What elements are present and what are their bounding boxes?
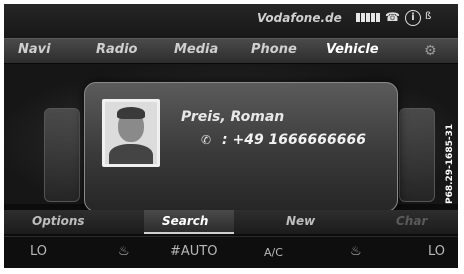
climate-bar: LO ♨ #AUTO A/C ♨ LO — [4, 236, 458, 268]
seat-icon[interactable]: ♨ — [118, 244, 130, 259]
ac-button[interactable]: A/C — [264, 246, 283, 259]
contact-card[interactable]: Preis, Roman ✆ : +49 1666666666 — [84, 82, 398, 212]
options-button[interactable]: Options — [32, 214, 85, 228]
right-temperature[interactable]: LO — [428, 244, 445, 259]
new-button[interactable]: New — [286, 214, 315, 228]
menu-radio[interactable]: Radio — [96, 42, 137, 57]
bluetooth-icon: ß — [425, 11, 432, 22]
carrier-name: Vodafone.de — [257, 11, 342, 25]
contact-photo — [102, 99, 160, 167]
status-bar: Vodafone.de ☎ i ß — [4, 4, 458, 38]
phone-number[interactable]: : +49 1666666666 — [222, 132, 366, 148]
char-button[interactable]: Char — [396, 214, 427, 228]
info-icon[interactable]: i — [405, 10, 421, 26]
menu-vehicle[interactable]: Vehicle — [326, 42, 379, 57]
next-contact-card[interactable] — [399, 108, 435, 202]
head-unit-screen: Vodafone.de ☎ i ß Navi Radio Media Phone… — [4, 4, 458, 268]
previous-contact-card[interactable] — [44, 108, 80, 202]
fan-auto[interactable]: #AUTO — [170, 244, 217, 259]
search-button[interactable]: Search — [162, 214, 208, 228]
signal-strength-icon — [356, 13, 380, 22]
contact-carousel: Preis, Roman ✆ : +49 1666666666 — [4, 64, 458, 212]
figure-code: P68.29-1685-31 — [445, 123, 455, 204]
menu-phone[interactable]: Phone — [251, 42, 297, 57]
seat-icon[interactable]: ♨ — [350, 244, 362, 259]
contact-name: Preis, Roman — [181, 109, 285, 125]
gear-icon[interactable]: ⚙ — [424, 43, 437, 59]
menu-media[interactable]: Media — [174, 42, 218, 57]
softkey-bar: Options Search New Char — [4, 210, 458, 234]
menu-navi[interactable]: Navi — [18, 42, 51, 57]
left-temperature[interactable]: LO — [30, 244, 47, 259]
main-menu: Navi Radio Media Phone Vehicle ⚙ — [4, 38, 458, 64]
phone-icon: ✆ — [201, 133, 212, 147]
handset-icon: ☎ — [385, 10, 400, 24]
